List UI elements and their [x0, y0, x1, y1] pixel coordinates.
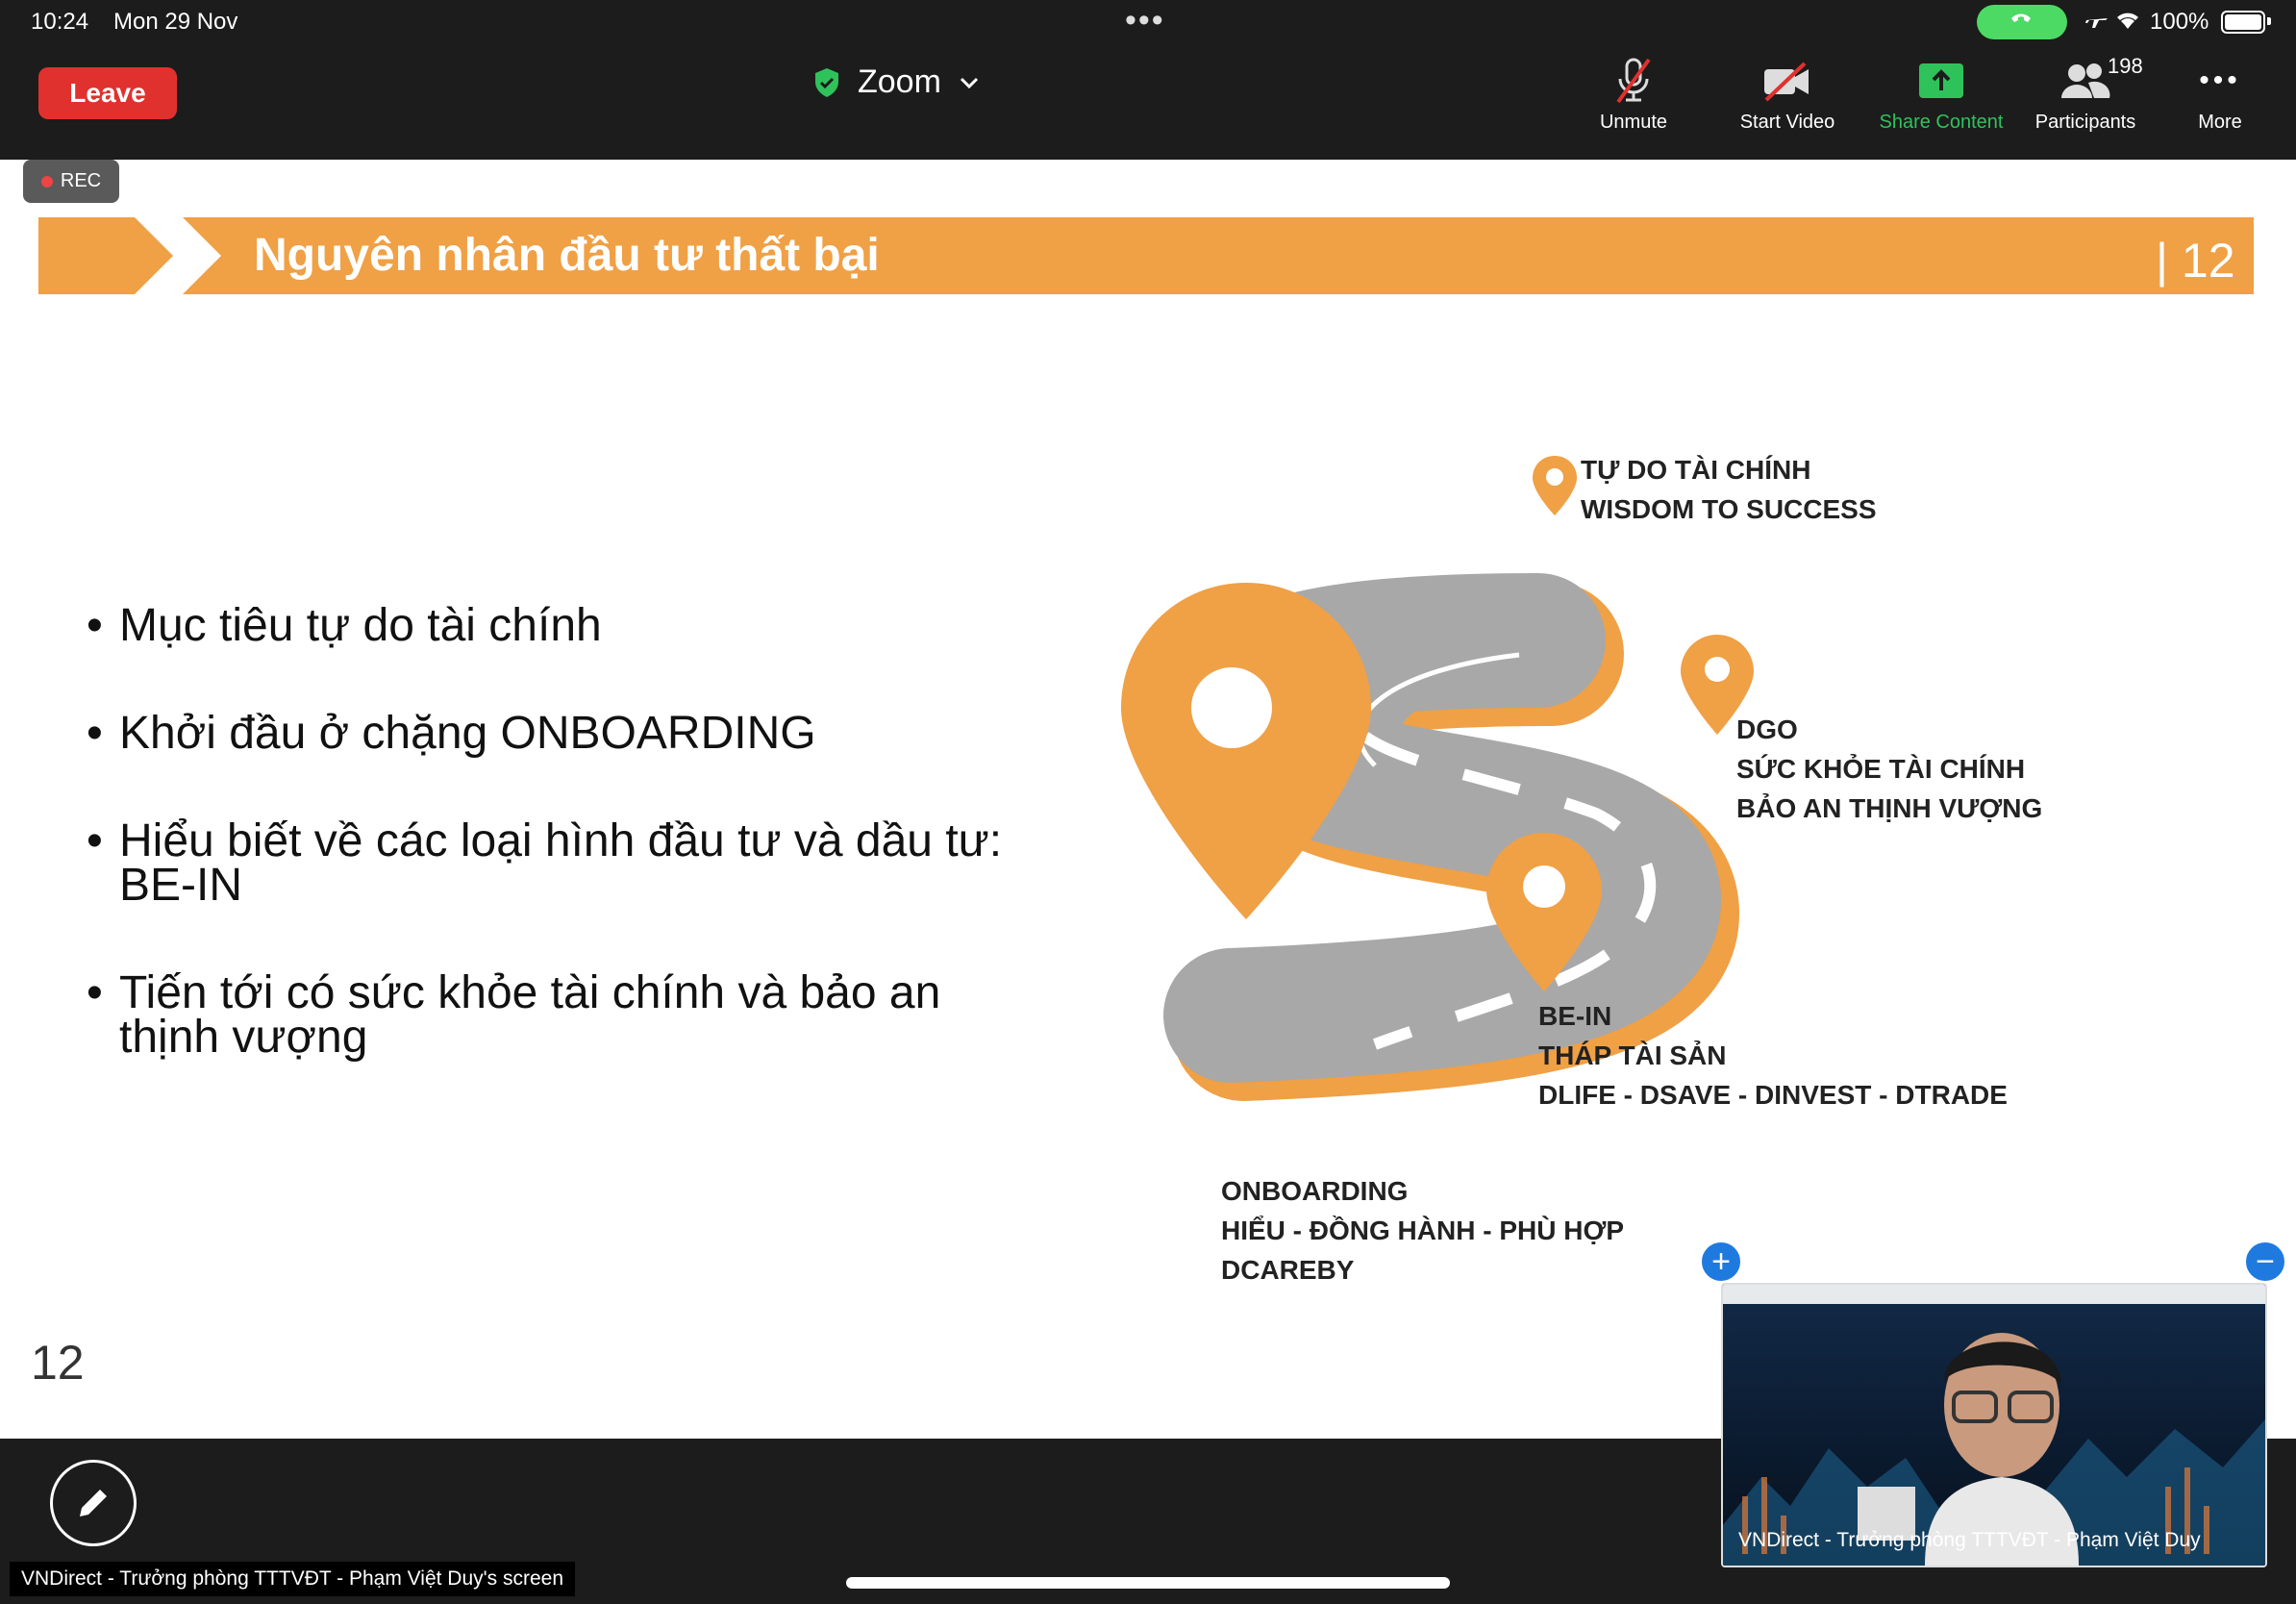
meeting-title: Zoom: [858, 63, 941, 100]
active-call-pill[interactable]: [1977, 5, 2067, 39]
battery-nub: [2267, 17, 2271, 25]
minimize-video-button[interactable]: −: [2244, 1241, 2286, 1283]
shield-check-icon: [815, 67, 838, 97]
muted-mic-icon: [1616, 58, 1651, 104]
slide-title: Nguyên nhân đầu tư thất bại: [254, 230, 880, 281]
bullet-list: • Mục tiêu tự do tài chính • Khởi đầu ở ch…: [87, 600, 1010, 1123]
participant-video-tile[interactable]: [1721, 1283, 2267, 1567]
share-content-button[interactable]: Share Content: [1859, 54, 2023, 150]
annotate-button[interactable]: [50, 1460, 137, 1546]
list-item: • Khởi đầu ở chặng ONBOARDING: [87, 708, 816, 759]
pencil-icon: [80, 1490, 107, 1516]
slide-page-marker: | 12: [2156, 234, 2235, 288]
bullet-text: Hiểu biết về các loại hình đầu tư và dầu…: [119, 815, 1003, 911]
video-frame: [1723, 1285, 2265, 1566]
unmute-button[interactable]: Unmute: [1552, 54, 1715, 150]
roadmap-line: DLIFE - DSAVE - DINVEST - DTRADE: [1538, 1080, 2008, 1110]
minus-icon: −: [2256, 1243, 2275, 1280]
battery-percentage: 100%: [2150, 9, 2209, 35]
meeting-toolbar: Leave Zoom Unmute Start Video Share Cont…: [0, 44, 2296, 160]
roadmap-label-goal: TỰ DO TÀI CHÍNH WISDOM TO SUCCESS: [1581, 450, 1877, 529]
roadmap-line: THÁP TÀI SẢN: [1538, 1040, 1727, 1070]
bullet-text: Tiến tới có sức khỏe tài chính và bảo an…: [119, 967, 941, 1063]
participants-icon: [2061, 63, 2110, 98]
bullet-text: Khởi đầu ở chặng ONBOARDING: [119, 708, 816, 759]
roadmap-line: TỰ DO TÀI CHÍNH: [1581, 455, 1811, 485]
onboarding-pin-icon: [1121, 583, 1371, 919]
rec-label: REC: [60, 170, 102, 191]
roadmap-line: ONBOARDING: [1221, 1176, 1409, 1206]
roadmap-line: BE-IN: [1538, 1001, 1612, 1031]
more-dots-icon: •••: [2199, 64, 2241, 96]
recording-dot-icon: [40, 175, 53, 188]
plus-icon: +: [1711, 1243, 1731, 1280]
start-video-label: Start Video: [1739, 112, 1835, 133]
roadmap-line: BẢO AN THỊNH VƯỢNG: [1736, 793, 2043, 823]
roadmap-line: SỨC KHỎE TÀI CHÍNH: [1736, 754, 2026, 784]
wifi-icon: [2117, 13, 2138, 29]
unmute-label: Unmute: [1599, 112, 1668, 133]
roadmap-line: DGO: [1736, 714, 1798, 744]
recording-badge[interactable]: REC: [23, 160, 119, 203]
expand-video-button[interactable]: +: [1700, 1241, 1742, 1283]
meeting-title-dropdown[interactable]: Zoom: [813, 63, 980, 101]
leave-button[interactable]: Leave: [38, 67, 177, 119]
list-item: • Tiến tới có sức khỏe tài chính và bảo a…: [87, 967, 1010, 1063]
shared-slide: REC Nguyên nhân đầu tư thất bại | 12 • Mụ…: [0, 160, 2296, 1439]
home-indicator[interactable]: [846, 1577, 1450, 1589]
list-item: • Hiểu biết về các loại hình đầu tư và dầ…: [87, 815, 1010, 911]
battery-icon: [2221, 11, 2265, 34]
status-bar: 10:24 Mon 29 Nov ••• 100%: [0, 0, 2296, 44]
start-video-button[interactable]: Start Video: [1706, 54, 1869, 150]
status-time: 10:24: [31, 9, 89, 35]
more-label: More: [2198, 112, 2242, 133]
more-button[interactable]: ••• More: [2138, 54, 2296, 150]
chevron-down-icon: [960, 77, 978, 88]
screen-share-label: VNDirect - Trưởng phòng TTTVĐT - Phạm Vi…: [10, 1562, 576, 1596]
list-item: • Mục tiêu tự do tài chính: [87, 600, 602, 651]
share-screen-icon: [1919, 63, 1963, 98]
roadmap-label-bein: BE-IN THÁP TÀI SẢN DLIFE - DSAVE - DINVE…: [1538, 996, 2008, 1115]
status-date: Mon 29 Nov: [113, 9, 238, 35]
airplane-icon: [2085, 18, 2108, 28]
roadmap-line: WISDOM TO SUCCESS: [1581, 494, 1877, 524]
roadmap-label-onboarding: ONBOARDING HIỂU - ĐỒNG HÀNH - PHÙ HỢP DC…: [1221, 1171, 1624, 1290]
goal-pin-icon: [1533, 456, 1577, 515]
share-content-label: Share Content: [1879, 112, 2004, 133]
bullet-text: Mục tiêu tự do tài chính: [119, 600, 602, 651]
phone-icon: [2011, 13, 2031, 22]
multitasking-dots-icon[interactable]: •••: [1125, 2, 1165, 39]
video-participant-name: VNDirect - Trưởng phòng TTTVĐT - Phạm Vi…: [1738, 1529, 2201, 1551]
slide-number: 12: [31, 1336, 85, 1390]
roadmap-line: HIỂU - ĐỒNG HÀNH - PHÙ HỢP: [1221, 1216, 1625, 1245]
video-off-icon: [1764, 62, 1809, 102]
bein-pin-icon: [1486, 833, 1602, 991]
roadmap-label-dgo: DGO SỨC KHỎE TÀI CHÍNH BẢO AN THỊNH VƯỢN…: [1736, 710, 2042, 828]
roadmap-line: DCAREBY: [1221, 1255, 1355, 1285]
